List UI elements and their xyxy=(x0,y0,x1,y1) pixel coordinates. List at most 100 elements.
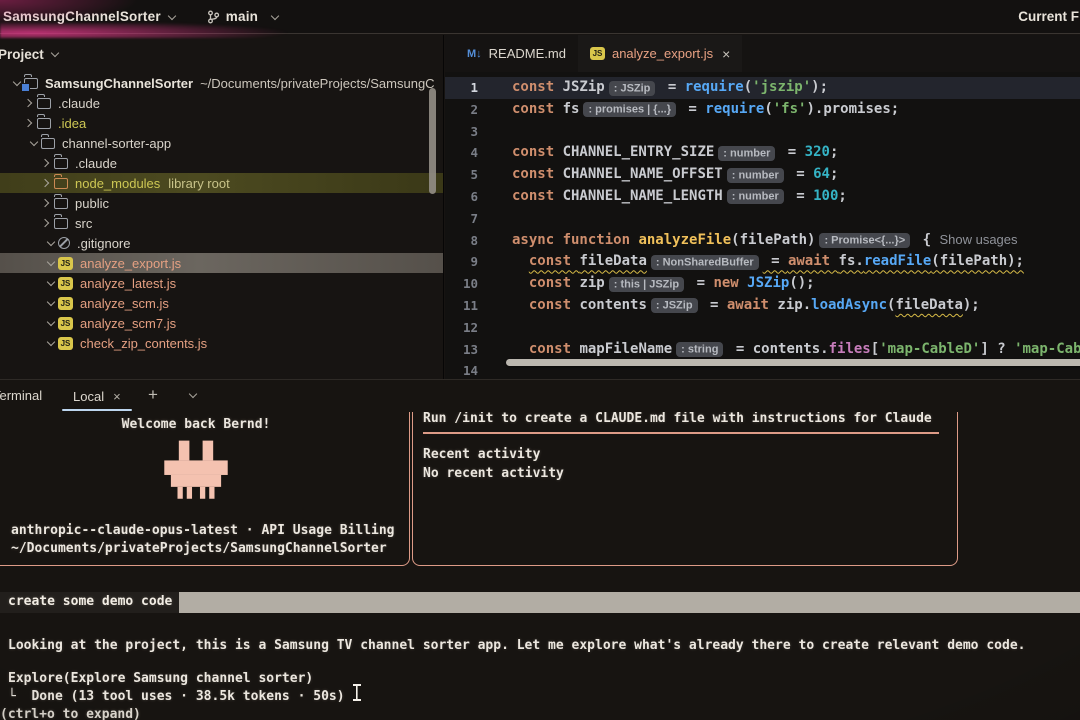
project-panel-header[interactable]: Project xyxy=(0,35,443,73)
init-tip-line: Run /init to create a CLAUDE.md file wit… xyxy=(423,412,932,426)
chevron-right-icon[interactable] xyxy=(40,178,50,188)
code-line-1: 1 const JSZip: JSZip = require('jszip'); xyxy=(445,77,1080,99)
code-token: [ xyxy=(870,340,880,357)
tree-item--claude[interactable]: .claude xyxy=(0,153,443,173)
code-token: (filePath); xyxy=(931,253,1024,270)
type-hint-inlay: : number xyxy=(726,167,784,183)
chevron-down-icon[interactable] xyxy=(29,137,39,147)
new-terminal-button[interactable]: + xyxy=(148,385,158,405)
code-token: const xyxy=(512,144,563,161)
tab-readme-md[interactable]: M↓ README.md xyxy=(455,35,578,72)
code-text[interactable]: const fs: promises | {...} = require('fs… xyxy=(512,99,899,121)
line-number: 3 xyxy=(470,123,478,139)
tab-analyze-export-js[interactable]: JS analyze_export.js × xyxy=(577,35,743,72)
code-token: = xyxy=(659,79,685,95)
code-token: CHANNEL_NAME_OFFSET xyxy=(562,166,723,183)
type-hint-inlay: : number xyxy=(718,145,776,161)
code-line-12: 12 xyxy=(445,317,1080,339)
tree-item-src[interactable]: src xyxy=(0,213,443,233)
project-tree-scrollbar[interactable] xyxy=(429,88,436,194)
tree-item-analyze-scm7-js[interactable]: JS analyze_scm7.js xyxy=(0,313,443,333)
tree-item-suffix: ~/Documents/privateProjects/SamsungC xyxy=(200,75,435,91)
code-line-9: 9 const fileData: NonSharedBuffer = awai… xyxy=(445,251,1080,273)
chevron-down-icon[interactable] xyxy=(188,389,198,399)
tree-item-public[interactable]: public xyxy=(0,193,443,213)
tree-item-label: .claude xyxy=(75,155,117,171)
code-token: CHANNEL_NAME_LENGTH xyxy=(562,187,723,204)
assistant-message: Looking at the project, this is a Samsun… xyxy=(8,638,1026,653)
code-token: require xyxy=(705,100,765,117)
tree-item-label: analyze_latest.js xyxy=(80,275,177,291)
code-token: 320 xyxy=(804,144,830,161)
chevron-right-icon[interactable] xyxy=(40,218,50,228)
editor-horizontal-scrollbar[interactable] xyxy=(506,359,1080,366)
tree-item-label: analyze_scm.js xyxy=(80,295,169,311)
text-cursor-pointer xyxy=(352,684,362,701)
project-selector-label: SamsungChannelSorter xyxy=(3,9,161,24)
code-token: const xyxy=(528,296,580,313)
chevron-right-icon[interactable] xyxy=(23,98,33,108)
code-token: await xyxy=(787,253,839,270)
expand-hint: (ctrl+o to expand) xyxy=(0,707,141,720)
tree-item-label: .claude xyxy=(58,95,100,111)
close-tab-icon[interactable]: × xyxy=(113,389,121,404)
code-token: = xyxy=(762,253,788,270)
terminal-tab-local[interactable]: Local × xyxy=(62,380,132,412)
tree-item-check-zip-contents-js[interactable]: JS check_zip_contents.js xyxy=(0,333,443,353)
type-hint-inlay: : JSZip xyxy=(650,298,698,314)
tree-item--claude[interactable]: .claude xyxy=(0,93,443,113)
tree-item-analyze-scm-js[interactable]: JS analyze_scm.js xyxy=(0,293,443,313)
code-text[interactable]: const JSZip: JSZip = require('jszip'); xyxy=(512,77,828,99)
code-text[interactable]: const contents: JSZip = await zip.loadAs… xyxy=(512,295,980,317)
code-text[interactable]: const CHANNEL_NAME_LENGTH: number = 100; xyxy=(512,186,847,208)
line-number: 12 xyxy=(462,319,478,335)
tree-item--idea[interactable]: .idea xyxy=(0,113,443,133)
chevron-down-icon xyxy=(50,48,60,58)
code-token: = xyxy=(787,166,814,183)
user-message-text: create some demo code xyxy=(0,592,180,613)
type-hint-inlay: : NonSharedBuffer xyxy=(650,254,759,270)
code-token: ); xyxy=(811,79,829,95)
main-toolbar: SamsungChannelSorter main Current F xyxy=(0,0,1080,34)
code-text[interactable]: const fileData: NonSharedBuffer = await … xyxy=(512,251,1024,273)
line-number: 13 xyxy=(462,341,478,357)
tree-item-label: src xyxy=(75,215,93,231)
tree-item-analyze-latest-js[interactable]: JS analyze_latest.js xyxy=(0,273,443,293)
chevron-down-icon xyxy=(167,11,177,20)
model-info-line: anthropic--claude-opus-latest · API Usag… xyxy=(11,523,395,538)
tree-item-channel-sorter-app[interactable]: channel-sorter-app xyxy=(0,133,443,153)
project-selector[interactable]: SamsungChannelSorter xyxy=(3,9,179,24)
git-branch-selector[interactable]: main xyxy=(207,9,282,24)
tree-item-label: check_zip_contents.js xyxy=(80,335,208,351)
code-token: mapFileName xyxy=(579,340,673,357)
tree-item-analyze-export-js[interactable]: JS analyze_export.js xyxy=(0,253,443,273)
code-token: const xyxy=(512,79,563,95)
code-text[interactable]: const mapFileName: string = contents.fil… xyxy=(512,339,1080,361)
code-text[interactable]: async function analyzeFile(filePath): Pr… xyxy=(512,230,1018,252)
chevron-right-icon[interactable] xyxy=(23,118,33,128)
tool-result-line: └ Done (13 tool uses · 38.5k tokens · 50… xyxy=(8,689,345,704)
run-config-widget[interactable]: Current F xyxy=(1018,0,1079,33)
run-config-label: Current F xyxy=(1018,9,1079,24)
code-text[interactable]: const CHANNEL_ENTRY_SIZE: number = 320; xyxy=(512,142,838,164)
tree-item-node-modules[interactable]: node_modules library root xyxy=(0,173,443,193)
folder-icon xyxy=(41,134,55,149)
chevron-right-icon[interactable] xyxy=(40,198,50,208)
type-hint-inlay: : promises | {...} xyxy=(583,102,676,118)
code-text[interactable]: const zip: this | JSZip = new JSZip(); xyxy=(512,273,815,295)
chevron-right-icon[interactable] xyxy=(40,158,50,168)
editor-pane: M↓ README.md JS analyze_export.js × 1 con… xyxy=(445,35,1080,379)
close-tab-icon[interactable]: × xyxy=(722,46,730,62)
code-editor[interactable]: 1 const JSZip: JSZip = require('jszip'); 2… xyxy=(445,72,1080,379)
chevron-spacer xyxy=(46,257,56,267)
code-text[interactable]: const CHANNEL_NAME_OFFSET: number = 64; xyxy=(512,164,838,186)
code-token: (filePath) xyxy=(731,231,816,248)
line-number: 2 xyxy=(470,101,478,117)
line-number: 4 xyxy=(470,145,478,161)
welcome-greeting: Welcome back Bernd! xyxy=(121,417,271,432)
terminal-output[interactable]: Welcome back Bernd! anthropic--claude-op… xyxy=(0,412,1080,720)
tree-item--gitignore[interactable]: .gitignore xyxy=(0,233,443,253)
code-token: ; xyxy=(829,166,839,183)
tree-item-samsungchannelsorter[interactable]: SamsungChannelSorter ~/Documents/privateP… xyxy=(0,73,443,93)
